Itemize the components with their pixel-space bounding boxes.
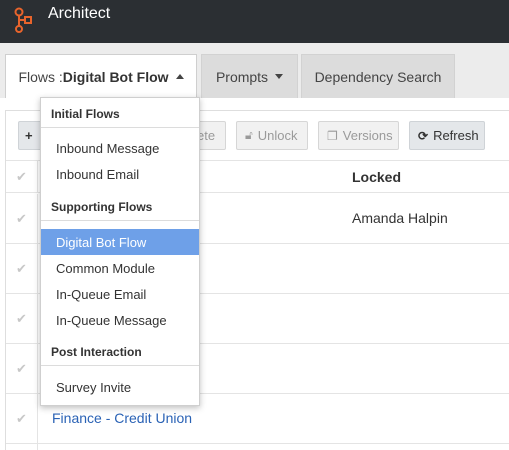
tab-prompts[interactable]: Prompts [201,54,298,98]
menu-item-survey-invite[interactable]: Survey Invite [41,374,199,400]
tab-dependency-search-label: Dependency Search [314,68,442,85]
tab-dependency-search[interactable]: Dependency Search [301,54,455,98]
menu-item-in-queue-message[interactable]: In-Queue Message [41,307,199,333]
tab-flows-prefix: Flows : [18,68,63,85]
menu-item-common-module[interactable]: Common Module [41,255,199,281]
versions-button-label: Versions [342,128,393,143]
flow-name-link[interactable]: Finance - Credit Union [52,410,192,426]
section-header-post-interaction: Post Interaction [41,338,199,366]
menu-item-inbound-email[interactable]: Inbound Email [41,161,199,187]
row-check-icon[interactable]: ✔ [6,194,38,243]
section-header-initial-flows: Initial Flows [41,100,199,128]
row-check-icon[interactable]: ✔ [6,244,38,293]
app-title: Architect [48,5,111,22]
add-button-label: + [25,128,33,143]
menu-item-inbound-message[interactable]: Inbound Message [41,135,199,161]
architect-logo-icon [14,7,32,33]
table-row [6,444,509,450]
tab-flows[interactable]: Flows : Digital Bot Flow [5,54,197,98]
row-check-icon[interactable]: ✔ [6,344,38,393]
unlock-button[interactable]: 🔓︎ Unlock [236,121,308,150]
section-header-supporting-flows: Supporting Flows [41,193,199,221]
tab-prompts-label: Prompts [215,68,269,85]
unlock-icon: 🔓︎ [245,128,253,142]
tab-bar: Flows : Digital Bot Flow Prompts Depende… [0,43,509,98]
refresh-button[interactable]: ⟳ Refresh [409,121,485,150]
refresh-button-label: Refresh [433,128,479,143]
top-bar: Architect [0,0,509,43]
refresh-icon: ⟳ [418,128,429,143]
unlock-button-label: Unlock [257,128,298,143]
versions-button[interactable]: ❐ Versions [318,121,399,150]
row-check-icon[interactable]: ✔ [6,294,38,343]
select-all-check-icon[interactable]: ✔ [6,161,38,192]
locked-by-cell: Amanda Halpin [352,210,448,226]
row-check-icon[interactable]: ✔ [6,394,38,443]
row-check-icon [6,444,38,450]
caret-down-icon [275,74,284,79]
menu-item-digital-bot-flow[interactable]: Digital Bot Flow [41,229,199,255]
menu-item-in-queue-email[interactable]: In-Queue Email [41,281,199,307]
locked-column-header[interactable]: Locked [352,169,401,185]
flows-dropdown-menu: Initial Flows Inbound Message Inbound Em… [40,97,200,406]
caret-up-icon [175,74,184,79]
versions-icon: ❐ [327,128,338,143]
tab-flows-selected: Digital Bot Flow [62,68,169,85]
